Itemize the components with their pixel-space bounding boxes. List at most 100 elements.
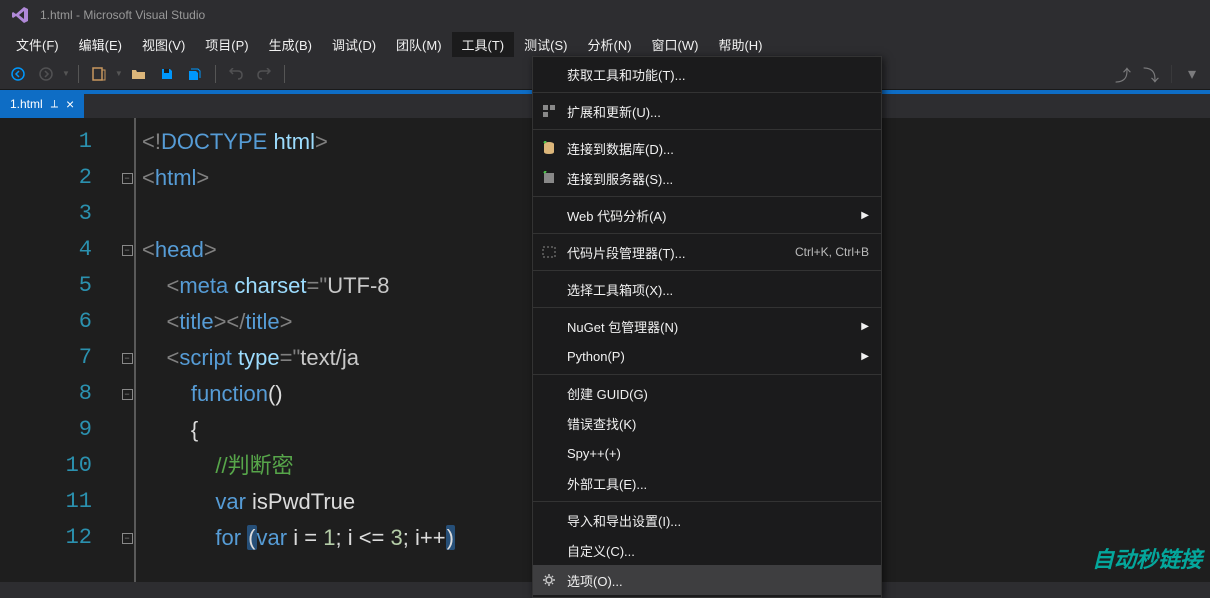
open-file-icon[interactable] xyxy=(127,62,151,86)
menu-item[interactable]: 连接到服务器(S)... xyxy=(533,163,881,193)
fold-column: − − − − − xyxy=(120,118,136,582)
menubar-item[interactable]: 团队(M) xyxy=(386,32,452,57)
menu-item-label: Spy++(+) xyxy=(567,446,869,461)
blank-icon xyxy=(539,346,559,366)
step-icon[interactable]: ⤵ xyxy=(1139,62,1163,86)
menu-item-label: 导入和导出设置(I)... xyxy=(567,511,869,530)
line-number: 5 xyxy=(0,268,120,304)
fold-toggle[interactable]: − xyxy=(122,389,133,400)
blank-icon xyxy=(539,64,559,84)
find-icon[interactable]: ⤴ xyxy=(1111,62,1135,86)
blank-icon xyxy=(539,473,559,493)
line-number: 8 xyxy=(0,376,120,412)
menubar-item[interactable]: 帮助(H) xyxy=(708,32,772,57)
more-icon[interactable]: ▾ xyxy=(1180,62,1204,86)
menu-item[interactable]: Spy++(+) xyxy=(533,438,881,468)
menu-item[interactable]: 选择工具箱项(X)... xyxy=(533,274,881,304)
submenu-arrow-icon: ▶ xyxy=(861,321,869,332)
blank-icon xyxy=(539,413,559,433)
blank-icon xyxy=(539,383,559,403)
menu-item[interactable]: Python(P) ▶ xyxy=(533,341,881,371)
gear-icon xyxy=(539,570,559,590)
close-icon[interactable]: × xyxy=(66,96,74,112)
line-number: 2 xyxy=(0,160,120,196)
blank-icon xyxy=(539,510,559,530)
line-number: 4 xyxy=(0,232,120,268)
menu-item-label: NuGet 包管理器(N) xyxy=(567,317,853,336)
menubar-item[interactable]: 工具(T) xyxy=(452,32,515,57)
menu-item[interactable]: 获取工具和功能(T)... xyxy=(533,59,881,89)
menubar-item[interactable]: 编辑(E) xyxy=(69,32,132,57)
tools-menu-dropdown: 获取工具和功能(T)... 扩展和更新(U)... 连接到数据库(D)... 连接到服… xyxy=(532,56,882,598)
menubar-item[interactable]: 项目(P) xyxy=(195,32,258,57)
menubar-item[interactable]: 测试(S) xyxy=(514,32,577,57)
menu-item[interactable]: 选项(O)... xyxy=(533,565,881,595)
nav-back-icon[interactable] xyxy=(6,62,30,86)
titlebar: 1.html - Microsoft Visual Studio xyxy=(0,0,1210,30)
blank-icon xyxy=(539,205,559,225)
blank-icon xyxy=(539,316,559,336)
vs-logo-icon xyxy=(8,3,32,27)
menu-item-label: 选择工具箱项(X)... xyxy=(567,280,869,299)
tab-1-html[interactable]: 1.html ⟂ × xyxy=(0,90,84,118)
menubar-item[interactable]: 调试(D) xyxy=(322,32,386,57)
line-number: 10 xyxy=(0,448,120,484)
nav-forward-icon[interactable] xyxy=(34,62,58,86)
line-number: 7 xyxy=(0,340,120,376)
line-number-gutter: 123456789101112 xyxy=(0,118,120,582)
fold-toggle[interactable]: − xyxy=(122,173,133,184)
menu-item[interactable]: 代码片段管理器(T)... Ctrl+K, Ctrl+B xyxy=(533,237,881,267)
menu-item[interactable]: 导入和导出设置(I)... xyxy=(533,505,881,535)
menu-item[interactable]: 连接到数据库(D)... xyxy=(533,133,881,163)
menubar-item[interactable]: 视图(V) xyxy=(132,32,195,57)
menubar-item[interactable]: 分析(N) xyxy=(577,32,641,57)
menu-item[interactable]: 创建 GUID(G) xyxy=(533,378,881,408)
menu-item[interactable]: 自定义(C)... xyxy=(533,535,881,565)
menu-item-label: 连接到数据库(D)... xyxy=(567,139,869,158)
blank-icon xyxy=(539,443,559,463)
line-number: 12 xyxy=(0,520,120,556)
server-icon xyxy=(539,168,559,188)
menu-item-label: 自定义(C)... xyxy=(567,541,869,560)
save-all-icon[interactable] xyxy=(183,62,207,86)
tab-label: 1.html xyxy=(10,97,43,111)
menu-item[interactable]: 外部工具(E)... xyxy=(533,468,881,498)
menu-item-label: 创建 GUID(G) xyxy=(567,384,869,403)
menu-item-label: Web 代码分析(A) xyxy=(567,206,853,225)
menu-item-label: Python(P) xyxy=(567,349,853,364)
menu-item[interactable]: NuGet 包管理器(N) ▶ xyxy=(533,311,881,341)
database-icon xyxy=(539,138,559,158)
undo-icon[interactable] xyxy=(224,62,248,86)
snippet-icon xyxy=(539,242,559,262)
menu-item-label: 扩展和更新(U)... xyxy=(567,102,869,121)
menu-item-label: 连接到服务器(S)... xyxy=(567,169,869,188)
menu-item-label: 获取工具和功能(T)... xyxy=(567,65,869,84)
menubar-item[interactable]: 窗口(W) xyxy=(642,32,709,57)
blank-icon xyxy=(539,279,559,299)
fold-toggle[interactable]: − xyxy=(122,533,133,544)
fold-toggle[interactable]: − xyxy=(122,245,133,256)
redo-icon[interactable] xyxy=(252,62,276,86)
menubar-item[interactable]: 文件(F) xyxy=(6,32,69,57)
window-title: 1.html - Microsoft Visual Studio xyxy=(40,8,205,22)
menu-item-label: 错误查找(K) xyxy=(567,414,869,433)
line-number: 3 xyxy=(0,196,120,232)
line-number: 6 xyxy=(0,304,120,340)
menu-shortcut: Ctrl+K, Ctrl+B xyxy=(795,245,869,259)
menubar-item[interactable]: 生成(B) xyxy=(259,32,322,57)
menu-item[interactable]: 错误查找(K) xyxy=(533,408,881,438)
line-number: 9 xyxy=(0,412,120,448)
new-file-icon[interactable] xyxy=(87,62,111,86)
save-icon[interactable] xyxy=(155,62,179,86)
menu-item-label: 代码片段管理器(T)... xyxy=(567,243,787,262)
fold-toggle[interactable]: − xyxy=(122,353,133,364)
submenu-arrow-icon: ▶ xyxy=(861,351,869,362)
extensions-icon xyxy=(539,101,559,121)
menu-item-label: 选项(O)... xyxy=(567,571,869,590)
menu-item[interactable]: Web 代码分析(A) ▶ xyxy=(533,200,881,230)
pin-icon[interactable]: ⟂ xyxy=(51,98,58,111)
menu-item[interactable]: 扩展和更新(U)... xyxy=(533,96,881,126)
submenu-arrow-icon: ▶ xyxy=(861,210,869,221)
menubar: 文件(F)编辑(E)视图(V)项目(P)生成(B)调试(D)团队(M)工具(T)… xyxy=(0,30,1210,58)
line-number: 11 xyxy=(0,484,120,520)
